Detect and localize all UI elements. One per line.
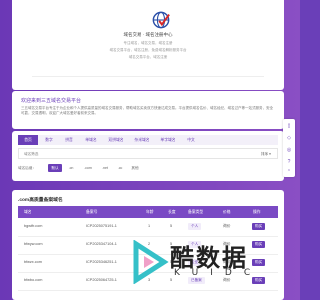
suffix-com[interactable]: .com — [80, 164, 96, 172]
hero-tagline-3: 域名交易平台，域名注册 — [128, 55, 168, 59]
welcome-panel: 欢迎来到三五域名交易平台 三五域名交易平台专注于为企业和个人提供高质量的域名交易… — [12, 91, 284, 129]
cell-icp: ICP2025064725-1 — [86, 278, 117, 282]
cell-length: 5 — [170, 224, 173, 228]
cell-age: 1 — [148, 224, 151, 228]
tab-home[interactable]: 首页 — [18, 135, 38, 145]
hero-tagline-1: 专注域名，域名交易，域名注册 — [123, 41, 173, 45]
col-type: 备案类型 — [188, 210, 204, 214]
sort-dropdown[interactable]: 排序 ▾ — [261, 152, 271, 157]
col-action: 操作 — [253, 210, 261, 214]
table-header: 域名 备案号 年龄 长度 备案类型 价格 操作 — [18, 206, 278, 218]
tab-pinyin[interactable]: 拼音 — [60, 135, 78, 145]
floating-toolbar: ▯ ◇ ◎ ? ⌃ — [283, 119, 295, 177]
hero-tagline-2: 域名交易平台，域名注册，免费域名解析服务平台 — [109, 48, 187, 52]
suffix-cc[interactable]: .cc — [114, 164, 126, 172]
tab-single-char[interactable]: 单字域名 — [156, 135, 180, 145]
table-row: bgwtfr.com ICP2025075191-1 1 5 个人 询价 购买 — [18, 219, 278, 237]
cell-icp: ICP2025347104-1 — [86, 242, 117, 246]
col-age: 年龄 — [146, 210, 154, 214]
share-icon[interactable]: ◇ — [286, 135, 292, 141]
buy-button[interactable]: 购买 — [252, 223, 266, 230]
message-icon[interactable]: ◎ — [286, 147, 292, 153]
suffix-default[interactable]: 默认 — [48, 164, 62, 172]
tab-chinese[interactable]: 中文 — [182, 135, 200, 145]
tab-digits[interactable]: 数字 — [40, 135, 58, 145]
back-to-top-icon[interactable]: ⌃ — [286, 169, 292, 175]
cell-icp: ICP2025346251-1 — [86, 260, 117, 264]
col-icp: 备案号 — [86, 210, 98, 214]
welcome-title: 欢迎来到三五域名交易平台 — [21, 98, 82, 104]
welcome-text: 三五域名交易平台专注于为企业和个人提供高质量的域名交易服务，帮助域名买卖双方快速… — [21, 106, 273, 115]
tab-mixed[interactable]: 杂米域名 — [130, 135, 154, 145]
col-length: 长度 — [168, 210, 176, 214]
divider — [32, 76, 264, 77]
tab-single[interactable]: 单域名 — [80, 135, 102, 145]
watermark-subtext: KUIDC — [174, 268, 263, 278]
cell-domain[interactable]: bgwtfr.com — [24, 224, 42, 228]
cell-domain[interactable]: bfwbo.com — [24, 278, 42, 282]
cell-domain[interactable]: bfwzx.com — [24, 260, 42, 264]
col-domain: 域名 — [24, 210, 32, 214]
suffix-label: 域名后缀： — [18, 166, 36, 170]
cell-price: 询价 — [223, 224, 231, 228]
cell-domain[interactable]: bfwyw.com — [24, 242, 43, 246]
suffix-other[interactable]: 其他 — [128, 164, 142, 172]
suffix-cn[interactable]: .cn — [64, 164, 78, 172]
domain-filter-input[interactable]: 域名筛选 排序 ▾ — [18, 148, 278, 159]
brand-name: 域名交易 · 域名注册中心 — [123, 32, 173, 37]
category-tabs: 首页 数字 拼音 单域名 双拼域名 杂米域名 单字域名 中文 — [18, 135, 278, 145]
globe-logo-icon — [152, 11, 170, 29]
suffix-net[interactable]: .net — [98, 164, 112, 172]
table-title: .com高质量备案域名 — [18, 198, 63, 203]
status-badge: 个人 — [188, 223, 202, 230]
watermark: 酷数据 KUIDC — [130, 238, 270, 298]
filter-placeholder: 域名筛选 — [24, 152, 39, 156]
bookmark-icon[interactable]: ▯ — [286, 123, 292, 129]
site-header: 域名交易 · 域名注册中心 专注域名，域名交易，域名注册 域名交易平台，域名注册… — [12, 0, 284, 90]
filter-panel: 首页 数字 拼音 单域名 双拼域名 杂米域名 单字域名 中文 域名筛选 排序 ▾… — [12, 131, 284, 181]
tab-double-pinyin[interactable]: 双拼域名 — [104, 135, 128, 145]
cell-icp: ICP2025075191-1 — [86, 224, 117, 228]
col-price: 价格 — [223, 210, 231, 214]
watermark-logo-icon — [133, 240, 169, 284]
help-icon[interactable]: ? — [286, 159, 292, 165]
